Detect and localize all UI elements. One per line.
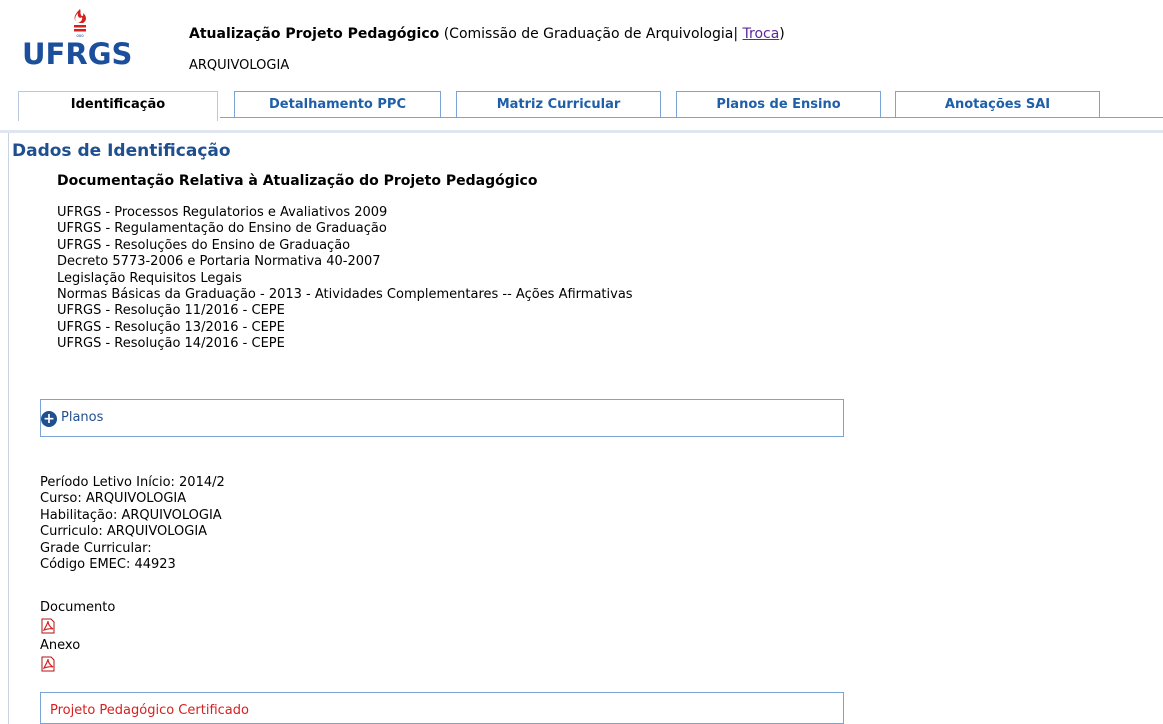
document-link[interactable]: Decreto 5773-2006 e Portaria Normativa 4…: [57, 254, 633, 270]
document-link[interactable]: UFRGS - Resoluções do Ensino de Graduaçã…: [57, 238, 633, 254]
document-link[interactable]: Normas Básicas da Graduação - 2013 - Ati…: [57, 287, 633, 303]
info-curriculo: Curriculo: ARQUIVOLOGIA: [40, 524, 208, 540]
document-link[interactable]: UFRGS - Resolução 14/2016 - CEPE: [57, 336, 633, 352]
anexo-label: Anexo: [40, 638, 81, 653]
certified-panel: Projeto Pedagógico Certificado: [40, 692, 844, 724]
ufrgs-logo: ooo UFRGS: [22, 8, 142, 74]
info-habilitacao: Habilitação: ARQUIVOLOGIA: [40, 507, 222, 523]
change-link[interactable]: Troca: [743, 26, 780, 42]
page-title: Atualização Projeto Pedagógico (Comissão…: [189, 26, 785, 42]
course-info: Período Letivo Início: 2014/2 Curso: ARQ…: [40, 475, 225, 573]
document-link[interactable]: UFRGS - Resolução 13/2016 - CEPE: [57, 320, 633, 336]
tab-underline: [220, 117, 1163, 118]
title-context: (Comissão de Graduação de Arquivologia|: [439, 26, 743, 42]
documents-heading: Documentação Relativa à Atualização do P…: [57, 173, 538, 189]
planos-toggle[interactable]: + Planos: [41, 400, 161, 438]
course-subtitle: ARQUIVOLOGIA: [189, 58, 290, 73]
info-grade: Grade Curricular:: [40, 540, 152, 556]
tab-matriz-curricular[interactable]: Matriz Curricular: [456, 91, 661, 118]
anexo-pdf-icon[interactable]: [40, 656, 56, 672]
tab-detalhamento-ppc[interactable]: Detalhamento PPC: [234, 91, 441, 118]
logo-wordmark: UFRGS: [22, 37, 133, 71]
info-emec: Código EMEC: 44923: [40, 557, 176, 573]
content-left-border: [8, 133, 9, 724]
documento-label: Documento: [40, 600, 116, 615]
document-link[interactable]: UFRGS - Regulamentação do Ensino de Grad…: [57, 221, 633, 237]
documents-list: UFRGS - Processos Regulatorios e Avaliat…: [57, 205, 633, 353]
documento-pdf-icon[interactable]: [40, 618, 56, 634]
planos-panel: + Planos: [40, 399, 844, 437]
info-curso: Curso: ARQUIVOLOGIA: [40, 491, 187, 507]
planos-label[interactable]: Planos: [61, 410, 103, 425]
title-close: ): [779, 26, 785, 42]
tab-anotacoes-sai[interactable]: Anotações SAI: [895, 91, 1100, 118]
section-title: Dados de Identificação: [12, 141, 231, 161]
content-divider: [0, 130, 1163, 133]
certified-label: Projeto Pedagógico Certificado: [50, 703, 249, 718]
document-link[interactable]: Legislação Requisitos Legais: [57, 271, 633, 287]
tab-planos-de-ensino[interactable]: Planos de Ensino: [676, 91, 881, 118]
title-bold: Atualização Projeto Pedagógico: [189, 26, 440, 42]
tab-identificacao[interactable]: Identificação: [18, 91, 218, 121]
info-periodo: Período Letivo Início: 2014/2: [40, 475, 225, 490]
document-link[interactable]: UFRGS - Resolução 11/2016 - CEPE: [57, 303, 633, 319]
plus-circle-icon[interactable]: +: [41, 411, 57, 427]
ufrgs-flame-icon: ooo: [74, 9, 86, 38]
document-link[interactable]: UFRGS - Processos Regulatorios e Avaliat…: [57, 205, 633, 221]
